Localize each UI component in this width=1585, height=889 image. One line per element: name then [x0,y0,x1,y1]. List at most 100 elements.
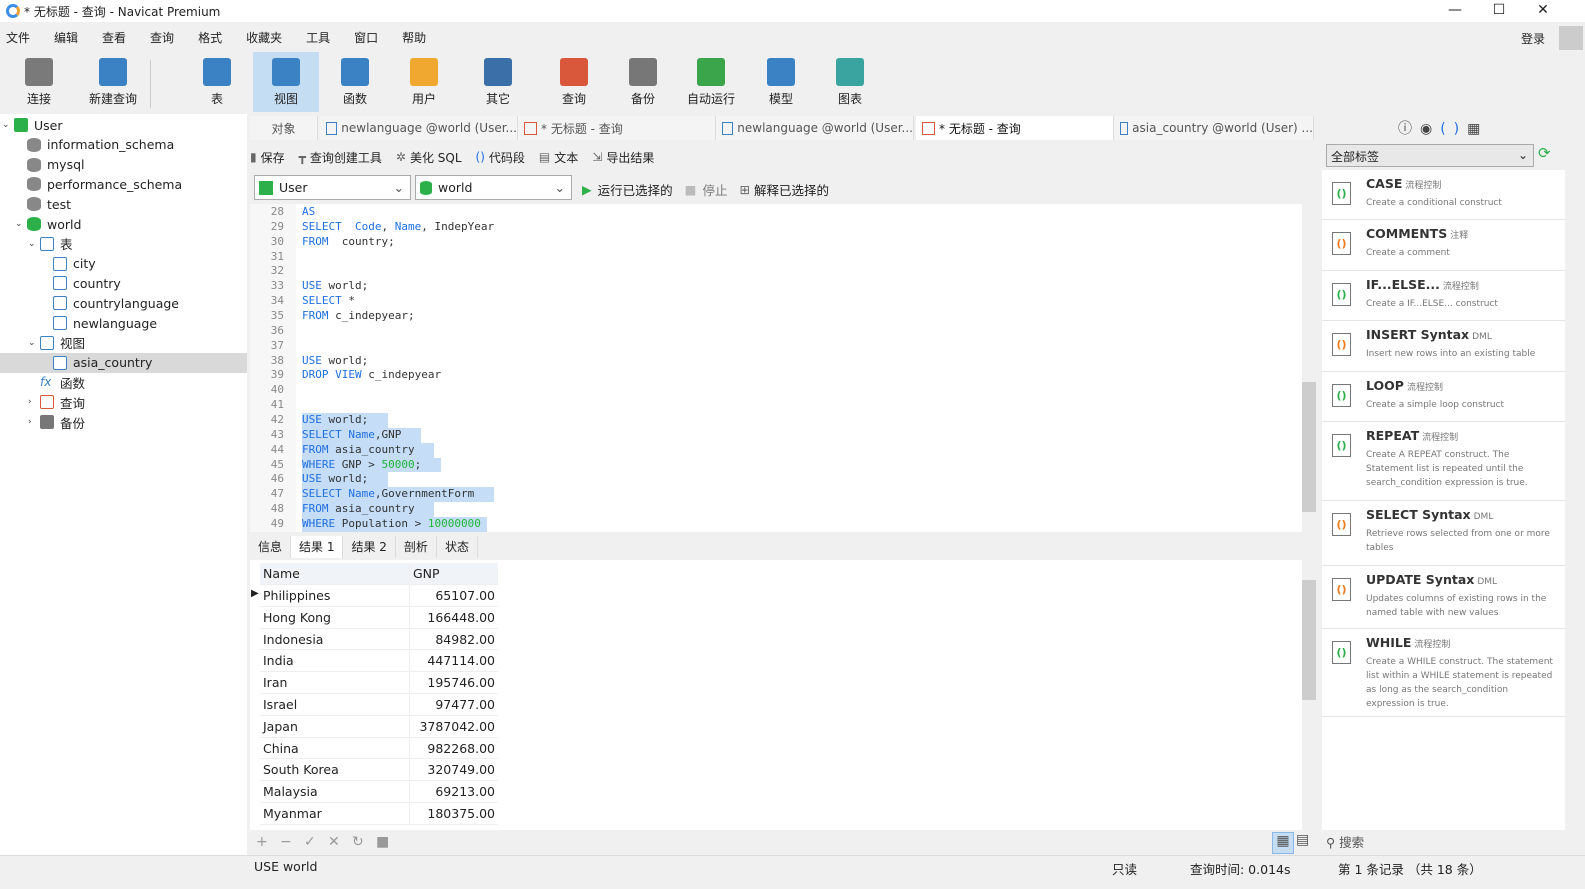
editor-scrollbar[interactable] [1302,204,1316,532]
snippet-item[interactable]: () CASE 流程控制 Create a conditional construct [1322,170,1565,220]
menu-item[interactable]: 收藏夹 [246,29,282,46]
maximize-button[interactable]: ☐ [1476,0,1522,22]
tree-item[interactable]: performance_schema [0,174,247,194]
snippet-item[interactable]: () LOOP 流程控制 Create a simple loop construct [1322,372,1565,422]
snippet-item[interactable]: () REPEAT 流程控制 Create A REPEAT construct. T… [1322,422,1565,501]
toolbar-button-9[interactable]: 自动运行 [678,52,744,112]
editor-toolbar-button[interactable]: 导出结果 [606,149,654,166]
tree-item[interactable]: countrylanguage [0,293,247,313]
snippet-search-input[interactable]: ⚲ 搜索 [1326,832,1364,851]
tree-item[interactable]: mysql [0,155,247,175]
grid-view-icon[interactable]: ▦ [1272,832,1294,854]
column-header[interactable]: GNP [410,563,498,584]
editor-toolbar-button[interactable]: 保存 [261,149,285,166]
run-selected-button[interactable]: 运行已选择的 [598,180,673,199]
login-link[interactable]: 登录 [1521,30,1545,47]
table-row[interactable]: Iran 195746.00 [260,672,498,694]
eye-icon[interactable]: ◉ [1420,121,1440,137]
editor-toolbar-button[interactable]: 代码段 [489,149,525,166]
toolbar-button-4[interactable]: 函数 [322,52,388,112]
stop-button[interactable]: 停止 [702,180,727,199]
grid-action-button[interactable]: ✕ [328,834,340,850]
toolbar-button-5[interactable]: 用户 [391,52,457,112]
menu-item[interactable]: 工具 [306,29,330,46]
editor-tab[interactable]: * 无标题 - 查询 [916,116,1114,140]
tree-item[interactable]: city [0,254,247,274]
snippet-item[interactable]: () IF...ELSE... 流程控制 Create a IF...ELSE... … [1322,271,1565,321]
menu-item[interactable]: 查询 [150,29,174,46]
result-tab[interactable]: 状态 [437,536,478,558]
grid-action-button[interactable]: ✓ [304,834,316,850]
form-view-icon[interactable]: ▤ [1296,832,1309,848]
menu-item[interactable]: 查看 [102,29,126,46]
table-row[interactable]: South Korea 320749.00 [260,759,498,782]
menu-item[interactable]: 帮助 [402,29,426,46]
tree-item[interactable]: › 备份 [0,412,247,432]
tree-item[interactable]: fx 函数 [0,372,247,392]
toolbar-button-2[interactable]: 表 [184,52,250,112]
snippet-item[interactable]: () INSERT Syntax DML Insert new rows into a… [1322,321,1565,372]
result-tab[interactable]: 剖析 [396,536,437,558]
column-header[interactable]: Name [260,563,410,584]
tree-item[interactable]: country [0,273,247,293]
toolbar-button-11[interactable]: 图表 [817,52,883,112]
grid-action-button[interactable]: − [280,834,292,850]
toolbar-button-1[interactable]: 新建查询 [80,52,146,112]
toolbar-button-7[interactable]: 查询 [541,52,607,112]
tree-item[interactable]: ⌄ 视图 [0,333,247,353]
table-row[interactable]: Indonesia 84982.00 [260,628,498,651]
result-tab[interactable]: 结果 2 [343,536,396,558]
add-snippet-icon[interactable]: ⟳ [1538,144,1551,162]
connection-select[interactable]: User ⌄ [254,175,411,200]
editor-toolbar-button[interactable]: 查询创建工具 [310,149,382,166]
toolbar-button-6[interactable]: 其它 [465,52,531,112]
database-select[interactable]: world ⌄ [415,175,572,200]
grid-action-button[interactable]: ↻ [352,834,364,850]
editor-tab[interactable]: asia_country @world (User) ... [1114,116,1314,140]
expand-arrow-icon[interactable]: ⌄ [28,338,40,348]
snippet-item[interactable]: () SELECT Syntax DML Retrieve rows selected… [1322,501,1565,566]
tree-item[interactable]: › 查询 [0,392,247,412]
expand-arrow-icon[interactable]: ⌄ [28,239,40,249]
table-row[interactable]: Philippines 65107.00 ▶ [251,585,498,607]
explain-selected-button[interactable]: 解释已选择的 [754,180,829,199]
snippet-item[interactable]: () WHILE 流程控制 Create a WHILE construct. The… [1322,629,1565,717]
snippet-item[interactable]: () UPDATE Syntax DML Updates columns of exi… [1322,566,1565,629]
close-button[interactable]: ✕ [1520,0,1566,22]
table-row[interactable]: India 447114.00 [260,650,498,673]
sql-editor[interactable]: 28 29 30 31 32 33 34 35 36 37 38 39 40 41 42 43 44 45 46 47… [250,204,1316,532]
tree-item[interactable]: test [0,194,247,214]
expand-arrow-icon[interactable]: ⌄ [2,120,14,130]
info-icon[interactable]: ⓘ [1398,121,1420,137]
table-row[interactable]: Japan 3787042.00 [260,715,498,738]
editor-toolbar-button[interactable]: 文本 [554,149,578,166]
expand-arrow-icon[interactable]: ⌄ [15,219,27,229]
expand-arrow-icon[interactable]: › [28,417,40,427]
editor-toolbar-button[interactable]: 美化 SQL [410,149,462,166]
table-row[interactable]: Israel 97477.00 [260,694,498,716]
result-tab[interactable]: 信息 [250,536,292,558]
snippet-item[interactable]: () COMMENTS 注释 Create a comment [1322,220,1565,271]
tree-item[interactable]: newlanguage [0,313,247,333]
minimize-button[interactable]: — [1432,0,1478,22]
tag-filter-select[interactable]: 全部标签 ⌄ [1326,144,1534,167]
editor-tab[interactable]: * 无标题 - 查询 [518,116,716,140]
result-tab[interactable]: 结果 1 [291,536,344,558]
result-grid[interactable]: Name GNP Philippines 65107.00 ▶ Hong Kong 1664… [250,560,1316,830]
table-row[interactable]: Hong Kong 166448.00 [260,606,498,629]
menu-item[interactable]: 窗口 [354,29,378,46]
grid-layout-icon[interactable]: ▦ [1467,121,1488,137]
tree-item[interactable]: asia_country [0,352,247,373]
expand-arrow-icon[interactable]: › [28,397,40,407]
table-row[interactable]: Myanmar 180375.00 [260,803,498,825]
toolbar-button-3[interactable]: 视图 [253,52,319,112]
menu-item[interactable]: 文件 [6,29,30,46]
editor-tab[interactable]: newlanguage @world (User... [716,116,914,140]
tree-item[interactable]: ⌄ world [0,214,247,234]
grid-scrollbar[interactable] [1302,560,1316,830]
grid-action-button[interactable]: ■ [376,834,389,850]
tree-item[interactable]: ⌄ User [0,115,247,135]
avatar[interactable] [1559,26,1583,50]
table-row[interactable]: China 982268.00 [260,737,498,760]
code-snippet-icon[interactable]: () [1440,121,1467,137]
